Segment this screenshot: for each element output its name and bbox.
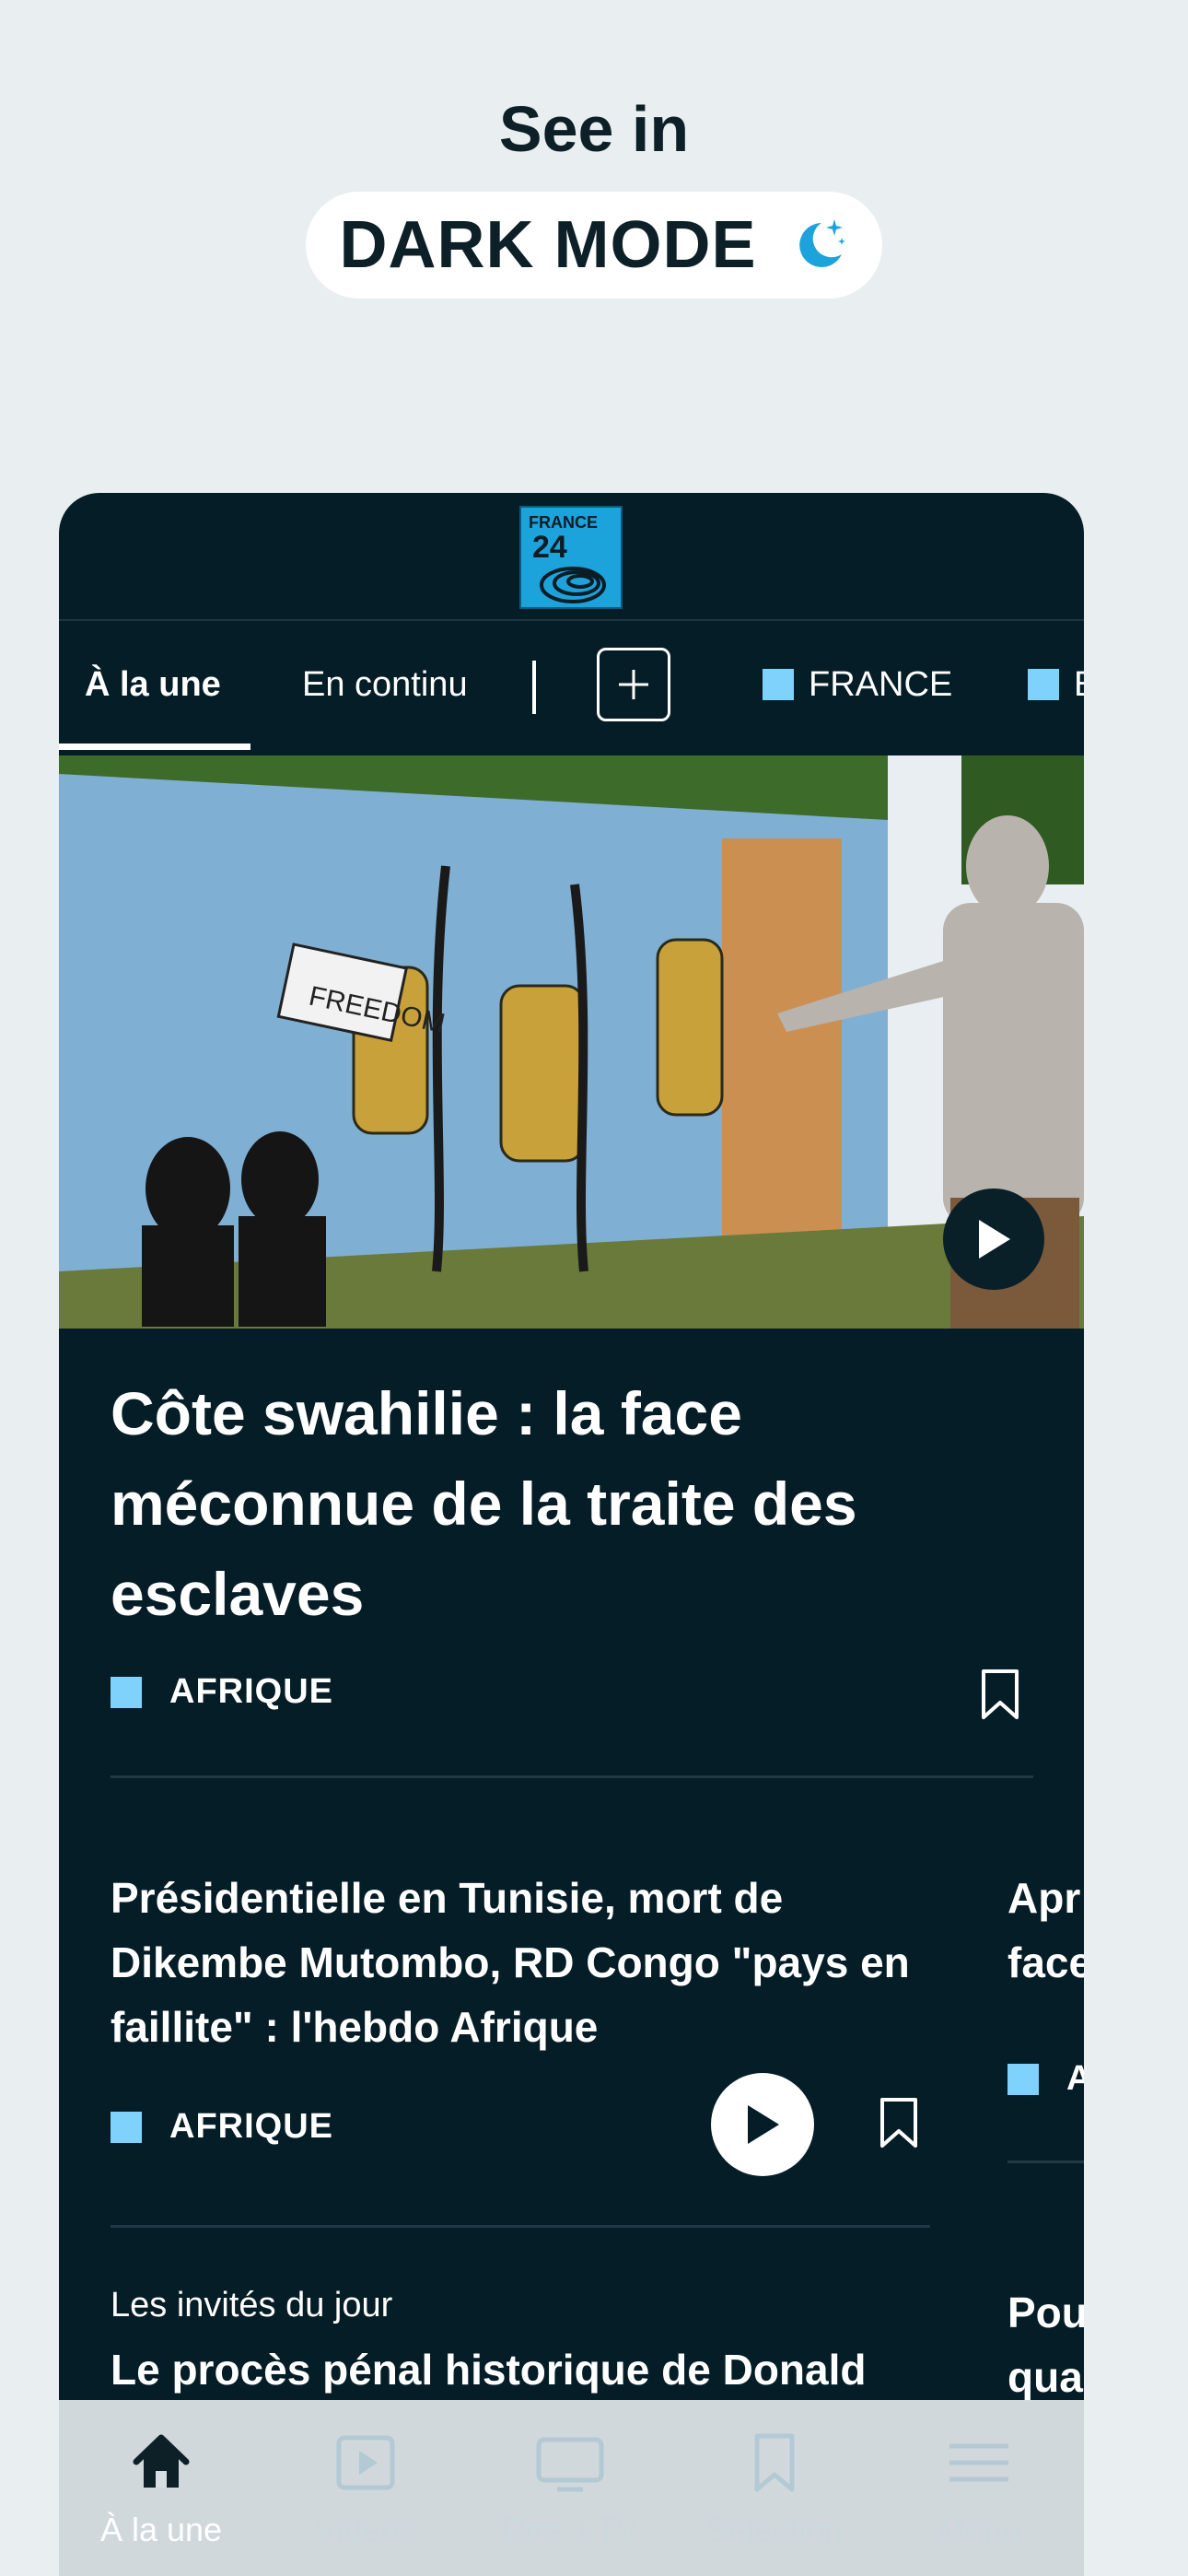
hero-headline[interactable]: Côte swahilie : la face méconnue de la t… <box>111 1368 995 1639</box>
category-color-square <box>111 1676 142 1708</box>
card-category-label: AFRIQUE <box>169 2107 333 2146</box>
tv-icon <box>533 2428 607 2498</box>
card-category[interactable]: AFRIQUE <box>111 2107 333 2147</box>
dark-mode-label: DARK MODE <box>339 208 757 282</box>
play-icon <box>748 2105 779 2144</box>
hero-play-button[interactable] <box>943 1188 1044 1290</box>
nav-item-direct-tv[interactable]: Direct TV <box>468 2400 672 2576</box>
app-screen: FRANCE 24 À la une En continu FRANCE E <box>59 493 1084 2576</box>
card-divider <box>1007 2160 1084 2163</box>
tab-a-la-une[interactable]: À la une <box>85 619 221 750</box>
nav-item-selection[interactable]: Sélection <box>672 2400 877 2576</box>
add-topic-button[interactable] <box>597 648 670 721</box>
nav-item-videos[interactable]: Vidéos <box>263 2400 468 2576</box>
logo-waves-icon <box>540 567 606 603</box>
plus-icon <box>619 670 648 699</box>
hero-category-label: AFRIQUE <box>169 1672 333 1711</box>
tab-france[interactable]: FRANCE <box>763 619 952 750</box>
card-category-partial[interactable]: A <box>1007 2059 1084 2099</box>
card-category-partial-label: A <box>1066 2059 1084 2098</box>
hero-bookmark-button[interactable] <box>980 1668 1020 1726</box>
video-icon <box>333 2428 398 2498</box>
card-title-partial-text: Apr face <box>1007 1874 1084 1986</box>
category-color-square <box>1007 2063 1039 2095</box>
play-icon <box>979 1220 1010 1259</box>
nav-label: À la une <box>99 2511 223 2548</box>
tab-e-label: E <box>1074 665 1084 705</box>
promo-title: See in <box>498 93 690 165</box>
bookmark-icon <box>880 2098 917 2148</box>
nav-label: Menu <box>937 2511 1021 2548</box>
nav-label: Vidéos <box>315 2511 416 2548</box>
france24-logo[interactable]: FRANCE 24 <box>519 506 623 609</box>
hero-image[interactable]: FREEDOM <box>59 755 1084 1329</box>
card-divider <box>111 2225 930 2228</box>
app-header: FRANCE 24 <box>59 493 1084 621</box>
card-title[interactable]: Présidentielle en Tunisie, mort de Dikem… <box>111 1866 939 2059</box>
tab-en-continu[interactable]: En continu <box>302 619 468 750</box>
dark-mode-pill: DARK MODE <box>306 192 882 299</box>
hero-category[interactable]: AFRIQUE <box>111 1672 333 1712</box>
category-color-square <box>1028 669 1059 700</box>
nav-item-a-la-une[interactable]: À la une <box>59 2400 263 2576</box>
tab-e[interactable]: E <box>1028 619 1084 750</box>
card-kicker: Les invités du jour <box>111 2286 393 2324</box>
card-title[interactable]: Le procès pénal historique de Donald <box>111 2345 866 2395</box>
card-bookmark-button[interactable] <box>879 2096 919 2154</box>
nav-item-menu[interactable]: Menu <box>877 2400 1081 2576</box>
active-tab-indicator <box>59 744 250 750</box>
tab-separator <box>532 661 536 714</box>
category-color-square <box>111 2111 142 2143</box>
bookmark-icon <box>751 2428 798 2498</box>
card-title-partial[interactable]: Pou qua <box>1007 2280 1084 2409</box>
tab-france-label: FRANCE <box>809 664 953 704</box>
menu-icon <box>942 2428 1016 2498</box>
nav-label: Sélection <box>705 2511 844 2548</box>
card-title-partial[interactable]: Apr face <box>1007 1866 1084 1995</box>
section-divider <box>111 1775 1033 1778</box>
category-color-square <box>763 669 794 700</box>
card-title-partial-text: Pou qua <box>1007 2289 1084 2401</box>
card-play-button[interactable] <box>711 2073 814 2176</box>
moon-stars-icon <box>790 214 849 277</box>
nav-label: Direct TV <box>501 2511 639 2548</box>
home-icon <box>129 2428 193 2498</box>
bottom-navigation: À la une Vidéos Direct TV Sélection Menu <box>59 2400 1084 2576</box>
bookmark-icon <box>982 1669 1019 1719</box>
hero-photo: FREEDOM <box>59 755 1084 1329</box>
